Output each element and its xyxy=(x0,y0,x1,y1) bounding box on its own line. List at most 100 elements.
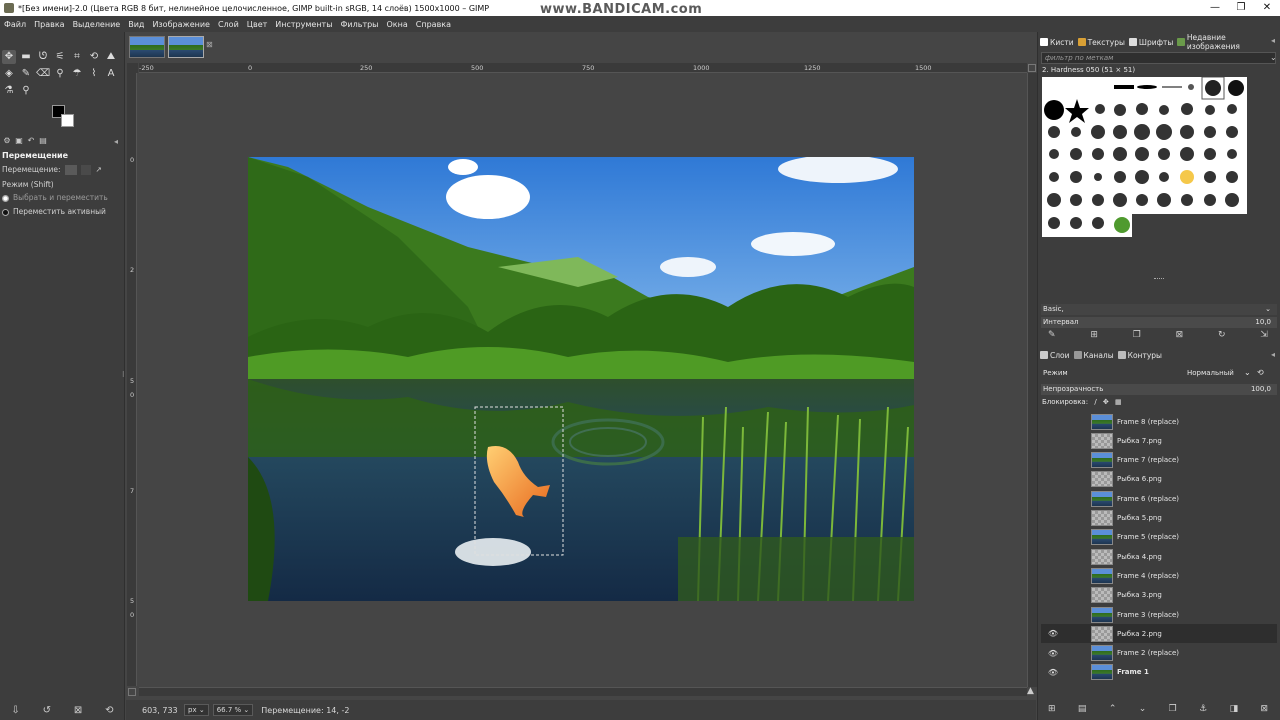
menu-image[interactable]: Изображение xyxy=(152,20,210,29)
new-brush-icon[interactable]: ⊞ xyxy=(1090,330,1098,340)
close-button[interactable]: ✕ xyxy=(1254,0,1280,16)
clone-tool-icon[interactable]: ⚲ xyxy=(53,67,67,81)
color-picker-icon[interactable]: ⚗ xyxy=(2,84,16,98)
layer-row[interactable]: Рыбка 6.png xyxy=(1041,470,1277,489)
crop-tool-icon[interactable]: ⌗ xyxy=(70,50,84,64)
save-preset-icon[interactable]: ⇩ xyxy=(9,705,23,716)
layer-row[interactable]: Frame 5 (replace) xyxy=(1041,528,1277,547)
eraser-icon[interactable]: ⌫ xyxy=(36,67,50,81)
menu-help[interactable]: Справка xyxy=(416,20,451,29)
unit-select[interactable]: px ⌄ xyxy=(184,704,209,716)
mask-layer-icon[interactable]: ◨ xyxy=(1230,704,1239,714)
refresh-brushes-icon[interactable]: ↻ xyxy=(1218,330,1226,340)
image-tab-2[interactable] xyxy=(168,36,204,58)
move-layer-icon[interactable] xyxy=(64,165,77,175)
resize-handle[interactable] xyxy=(1154,278,1164,281)
tab-fonts[interactable]: Шрифты xyxy=(1128,38,1173,47)
layer-row[interactable]: Рыбка 5.png xyxy=(1041,509,1277,528)
brush-preset-select[interactable]: Basic, ⌄ xyxy=(1041,304,1277,315)
tab-menu-icon[interactable]: ◂ xyxy=(114,137,118,146)
menu-tools[interactable]: Инструменты xyxy=(275,20,332,29)
canvas-image[interactable] xyxy=(248,157,914,601)
smudge-tool-icon[interactable]: ☂ xyxy=(70,67,84,81)
paintbrush-icon[interactable]: ✎ xyxy=(19,67,33,81)
quick-mask-toggle[interactable] xyxy=(128,688,136,696)
text-tool-icon[interactable]: A xyxy=(104,67,118,81)
visibility-eye-icon[interactable]: 👁 xyxy=(1041,649,1065,658)
zoom-tool-icon[interactable]: ⚲ xyxy=(19,84,33,98)
radio-move-active-indicator[interactable] xyxy=(2,208,9,216)
menu-filters[interactable]: Фильтры xyxy=(341,20,379,29)
layer-row[interactable]: Frame 4 (replace) xyxy=(1041,566,1277,585)
layer-mode-row[interactable]: Режим Нормальный ⌄ ⟲ xyxy=(1041,368,1277,380)
radio-pick-move[interactable]: Выбрать и переместить xyxy=(2,193,108,202)
spacing-slider[interactable]: Интервал 10,0 xyxy=(1041,317,1277,328)
layer-row[interactable]: Frame 3 (replace) xyxy=(1041,605,1277,624)
tool-options-tab-icon[interactable]: ⚙ xyxy=(2,136,12,146)
free-select-icon[interactable]: ᘎ xyxy=(36,50,50,64)
tab-patterns[interactable]: Текстуры xyxy=(1077,38,1125,47)
tab-channels[interactable]: Каналы xyxy=(1073,351,1114,360)
image-tab-1[interactable] xyxy=(129,36,165,58)
zoom-select[interactable]: 66.7 % ⌄ xyxy=(212,704,254,716)
new-layer-icon[interactable]: ⊞ xyxy=(1048,704,1056,714)
radio-pick-move-indicator[interactable] xyxy=(2,194,9,202)
layer-row[interactable]: Frame 6 (replace) xyxy=(1041,489,1277,508)
dock-menu-icon[interactable]: ◂ xyxy=(1271,36,1275,45)
transform-tool-icon[interactable]: ⟲ xyxy=(87,50,101,64)
minimize-button[interactable]: — xyxy=(1202,0,1228,16)
visibility-eye-icon[interactable]: 👁 xyxy=(1041,629,1065,638)
delete-layer-icon[interactable]: ⊠ xyxy=(1260,704,1268,714)
opacity-slider[interactable]: Непрозрачность 100,0 xyxy=(1041,384,1277,395)
visibility-eye-icon[interactable]: 👁 xyxy=(1041,668,1065,677)
fuzzy-select-icon[interactable]: ⚟ xyxy=(53,50,67,64)
brush-grid[interactable] xyxy=(1042,76,1247,237)
menu-select[interactable]: Выделение xyxy=(73,20,121,29)
vertical-ruler[interactable]: 0 2 5 0 7 5 0 xyxy=(127,73,137,686)
vertical-scrollbar[interactable] xyxy=(1027,73,1037,687)
layer-row[interactable]: 👁 Frame 2 (replace) xyxy=(1041,644,1277,663)
align-tool-icon[interactable]: ▬ xyxy=(19,50,33,64)
duplicate-brush-icon[interactable]: ❐ xyxy=(1133,330,1141,340)
menu-edit[interactable]: Правка xyxy=(34,20,64,29)
duplicate-layer-icon[interactable]: ❐ xyxy=(1169,704,1177,714)
menu-colors[interactable]: Цвет xyxy=(247,20,268,29)
device-status-tab-icon[interactable]: ▣ xyxy=(14,136,24,146)
move-path-icon[interactable]: ↗ xyxy=(96,165,106,175)
tab-layers[interactable]: Слои xyxy=(1040,351,1070,360)
layer-row[interactable]: Frame 7 (replace) xyxy=(1041,451,1277,470)
panel-collapse-icon[interactable]: ⁝ xyxy=(122,370,125,379)
brush-filter-input[interactable]: фильтр по меткам xyxy=(1041,52,1276,64)
background-color-swatch[interactable] xyxy=(61,114,74,127)
maximize-button[interactable]: ❐ xyxy=(1228,0,1254,16)
layer-row[interactable]: Frame 8 (replace) xyxy=(1041,412,1277,431)
zoom-image-window-toggle[interactable] xyxy=(1028,64,1036,72)
menu-windows[interactable]: Окна xyxy=(387,20,408,29)
horizontal-scrollbar[interactable] xyxy=(139,687,1027,696)
anchor-layer-icon[interactable]: ⚓ xyxy=(1199,704,1207,714)
move-tool-icon[interactable]: ✥ xyxy=(2,50,16,64)
menu-layer[interactable]: Слой xyxy=(218,20,239,29)
lock-position-icon[interactable]: ✥ xyxy=(1103,398,1109,406)
warp-tool-icon[interactable]: ⛰ xyxy=(104,50,118,64)
navigate-icon[interactable]: ▲ xyxy=(1027,686,1034,696)
layer-row[interactable]: 👁 Frame 1 xyxy=(1041,663,1277,682)
lower-layer-icon[interactable]: ⌄ xyxy=(1139,704,1147,714)
move-selection-icon[interactable] xyxy=(81,165,92,175)
mode-switch-icon[interactable]: ⟲ xyxy=(1257,368,1264,377)
lock-pixels-icon[interactable]: / xyxy=(1094,398,1096,406)
delete-brush-icon[interactable]: ⊠ xyxy=(1176,330,1184,340)
tab-recent-images[interactable]: Недавние изображения xyxy=(1177,33,1276,51)
lock-alpha-icon[interactable]: ▦ xyxy=(1115,398,1122,406)
close-image-tab-icon[interactable]: ⊠ xyxy=(206,41,214,49)
restore-preset-icon[interactable]: ↺ xyxy=(40,705,54,716)
tab-brushes[interactable]: Кисти xyxy=(1040,38,1074,47)
menu-file[interactable]: Файл xyxy=(4,20,26,29)
layer-row[interactable]: 👁 Рыбка 2.png xyxy=(1041,624,1277,644)
filter-dropdown-icon[interactable]: ⌄ xyxy=(1270,53,1277,62)
new-layer-group-icon[interactable]: ▤ xyxy=(1078,704,1087,714)
images-tab-icon[interactable]: ▤ xyxy=(38,136,48,146)
layer-row[interactable]: Рыбка 3.png xyxy=(1041,586,1277,605)
paths-tool-icon[interactable]: ⌇ xyxy=(87,67,101,81)
layers-menu-icon[interactable]: ◂ xyxy=(1271,350,1275,359)
